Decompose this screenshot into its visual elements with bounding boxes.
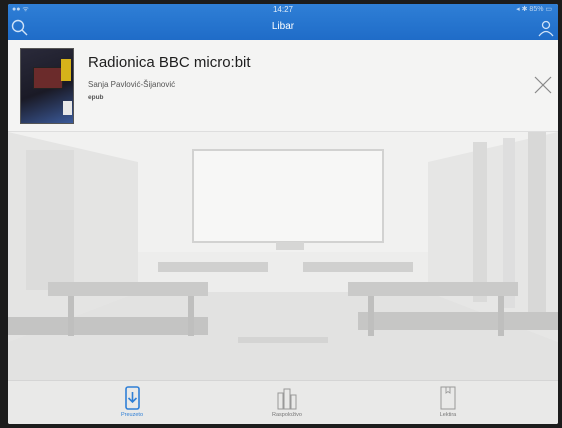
tab-available-label: Raspoloživo	[272, 412, 302, 418]
tab-available[interactable]: Raspoloživo	[242, 385, 332, 423]
classroom-background-image	[8, 132, 558, 380]
cover-logo	[63, 101, 72, 115]
app-title: Libar	[271, 21, 295, 32]
book-icon	[440, 386, 456, 410]
tab-reading-list-label: Lektira	[439, 412, 457, 418]
cover-art	[33, 67, 63, 89]
book-title: Radionica BBC micro:bit	[88, 54, 251, 71]
user-icon[interactable]	[536, 18, 556, 38]
download-icon	[125, 386, 140, 410]
cover-art-stripe	[61, 59, 71, 81]
tab-downloaded[interactable]: Preuzeto	[87, 385, 177, 423]
book-cover[interactable]	[20, 48, 74, 124]
status-time: 14:27	[272, 5, 294, 14]
book-format: epub	[88, 94, 104, 101]
book-header: Radionica BBC micro:bit Sanja Pavlović-Š…	[8, 40, 558, 132]
app-screen: ●● ᯤ 14:27 ◂ ✱ 85% ▭ Libar Radionica BBC…	[8, 4, 558, 424]
top-bar: ●● ᯤ 14:27 ◂ ✱ 85% ▭ Libar	[8, 4, 558, 40]
book-author: Sanja Pavlović-Šijanović	[88, 80, 176, 89]
tab-bar: Preuzeto Raspoloživo Lektira	[8, 380, 558, 424]
close-icon[interactable]	[532, 74, 554, 96]
bookshelf-icon	[277, 388, 297, 410]
status-battery: ◂ ✱ 85% ▭	[516, 6, 552, 13]
search-icon[interactable]	[10, 18, 30, 38]
tab-reading-list[interactable]: Lektira	[403, 385, 493, 423]
tab-downloaded-label: Preuzeto	[120, 412, 143, 418]
